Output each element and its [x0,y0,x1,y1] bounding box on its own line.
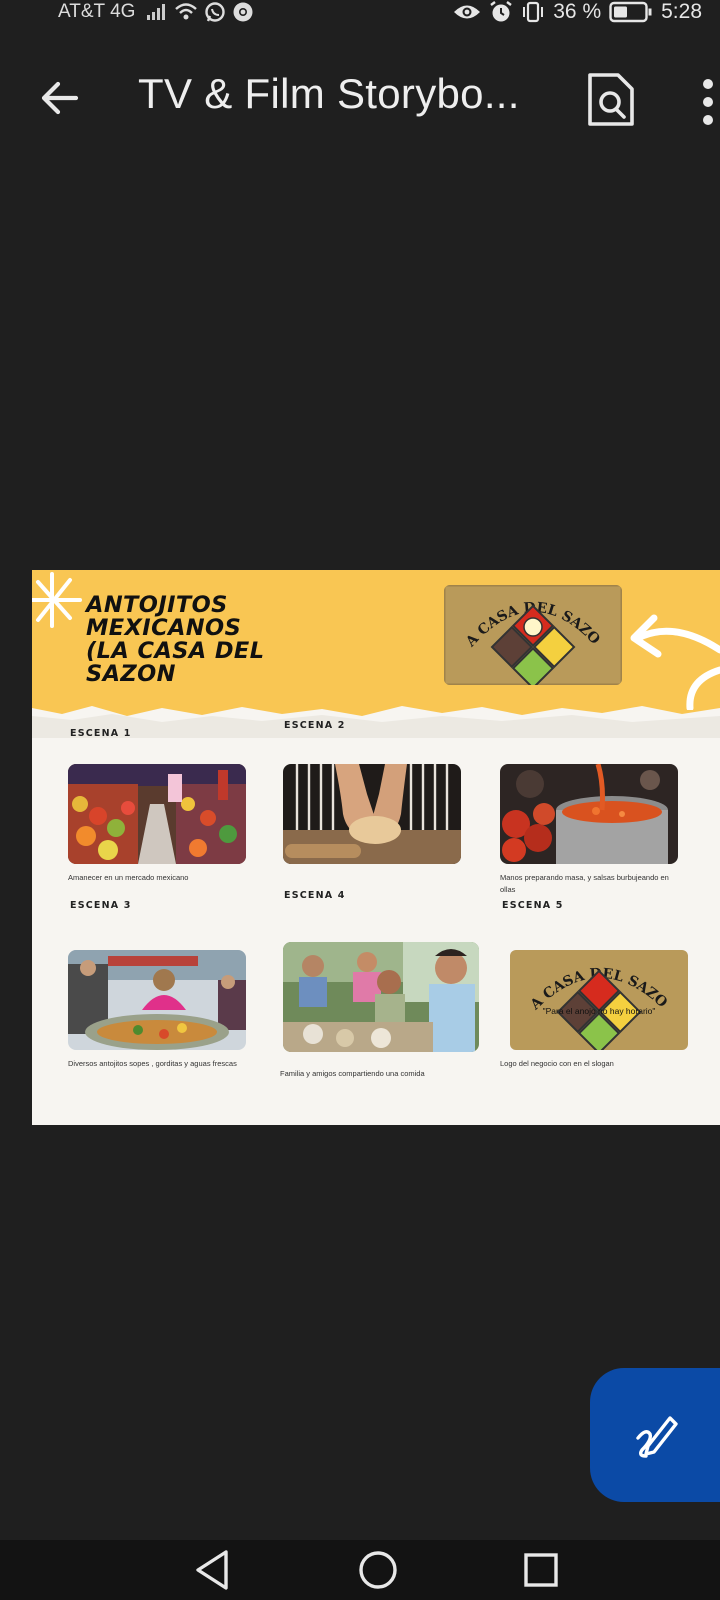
vibrate-icon [523,1,544,23]
sparkle-icon [32,572,82,628]
street-food-cook-image [68,950,246,1050]
scene-5-caption: Logo del negocio con en el slogan [500,1059,614,1068]
edit-pen-icon [636,1416,678,1458]
salsa-pot-image [500,764,678,864]
status-bar: AT&T 4G 36 % 5:28 [0,0,720,26]
scene-1-caption: Amanecer en un mercado mexicano [68,873,189,882]
business-logo-image: LA CASA DEL SAZON "Para el anojo no hay … [510,950,688,1050]
battery-icon [609,1,652,23]
la-casa-del-sazon-logo: LA CASA DEL SAZON [444,585,622,685]
storyboard-slide[interactable]: ANTOJITOS MEXICANOS (LA CASA DEL SAZON L… [32,570,720,1125]
scene-2-label: ESCENA 2 [284,720,346,731]
svg-text:"Para el anojo no hay horario": "Para el anojo no hay horario" [543,1006,656,1016]
torn-paper-edge [32,706,720,738]
scene-5-label: ESCENA 5 [502,900,564,911]
find-in-document-icon[interactable] [586,72,636,128]
carrier-label: AT&T 4G [58,1,136,22]
back-triangle-icon[interactable] [182,1540,242,1600]
eye-icon [454,5,481,19]
wifi-icon [175,3,197,20]
edit-fab-button[interactable] [590,1368,720,1502]
top-app-bar: TV & Film Storybo... [0,56,720,136]
scene-3-caption: Diversos antojitos sopes , gorditas y ag… [68,1059,237,1068]
signal-icon [147,4,165,20]
recents-square-icon[interactable] [510,1540,570,1600]
scene-4-label: ESCENA 4 [284,890,346,901]
scene-3-label: ESCENA 3 [70,900,132,911]
document-title: TV & Film Storybo... [138,70,520,117]
curved-arrow-icon [630,614,720,710]
scene-1-label: ESCENA 1 [70,728,132,739]
whatsapp-icon [205,2,225,22]
scene-4-caption: Familia y amigos compartiendo una comida [280,1069,425,1078]
chrome-icon [233,2,253,22]
home-circle-icon[interactable] [346,1540,406,1600]
more-vert-icon[interactable] [696,76,720,128]
system-nav-bar [0,1540,720,1600]
battery-percent: 36 % [553,0,602,23]
market-stalls-image [68,764,246,864]
clock: 5:28 [661,0,702,23]
back-arrow-icon[interactable] [36,74,84,122]
friends-sharing-meal-image [283,942,479,1052]
alarm-icon [490,1,512,22]
slide-title: ANTOJITOS MEXICANOS (LA CASA DEL SAZON [86,592,265,687]
hands-kneading-dough-image [283,764,461,864]
scene-2-caption: Manos preparando masa, y salsas burbujea… [500,873,669,894]
